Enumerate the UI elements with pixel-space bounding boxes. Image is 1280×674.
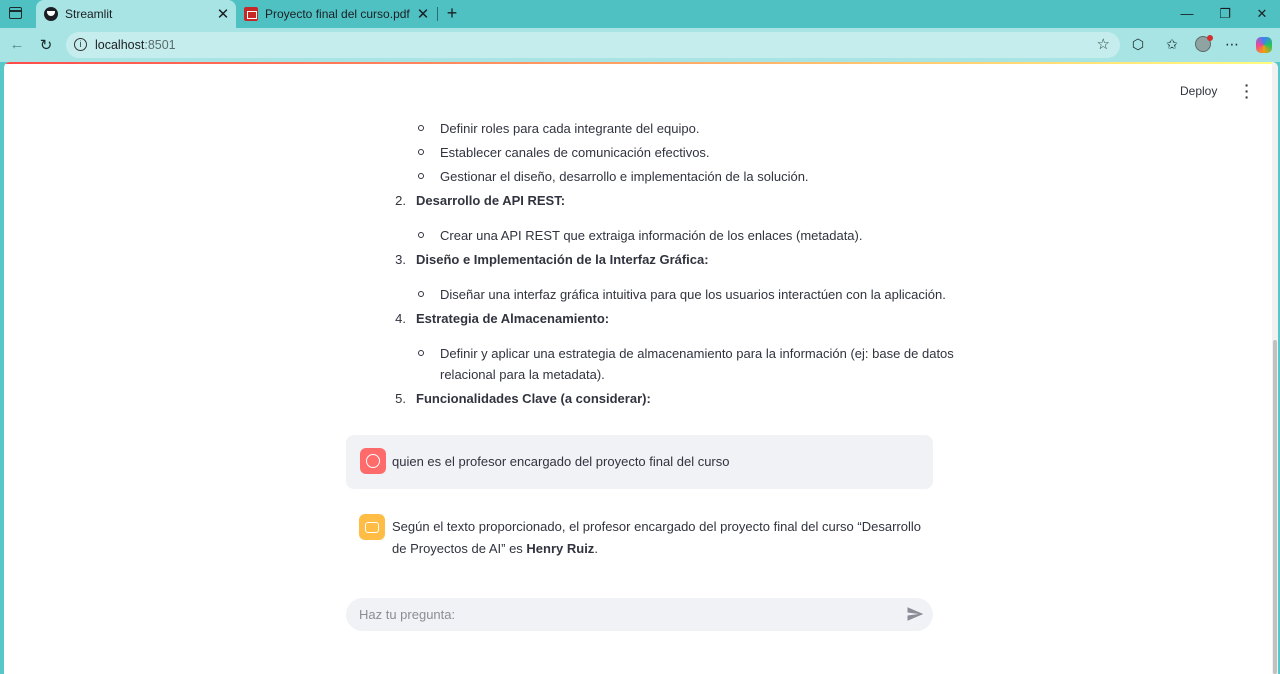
list-item: Definir roles para cada integrante del e… xyxy=(440,121,700,136)
list-item: Crear una API REST que extraiga informac… xyxy=(440,228,863,243)
user-avatar-icon xyxy=(360,448,386,474)
chat-input[interactable] xyxy=(359,598,889,631)
more-menu-icon[interactable]: ⋯ xyxy=(1222,36,1242,53)
user-chat-message: quien es el profesor encargado del proye… xyxy=(346,435,933,489)
list-heading: Funcionalidades Clave (a considerar): xyxy=(416,391,651,406)
assistant-message-text: Según el texto proporcionado, el profeso… xyxy=(392,516,932,560)
streamlit-decoration-bar xyxy=(4,62,1278,64)
assistant-message-prefix: Según el texto proporcionado, el profeso… xyxy=(392,519,921,556)
assistant-avatar-icon xyxy=(359,514,385,540)
list-heading: Diseño e Implementación de la Interfaz G… xyxy=(416,252,709,267)
list-bullet xyxy=(418,350,424,356)
streamlit-icon xyxy=(44,7,58,21)
list-number: 4. xyxy=(395,311,406,326)
assistant-message-bold: Henry Ruiz xyxy=(526,541,595,556)
send-icon[interactable] xyxy=(906,605,924,623)
scrollbar-thumb[interactable] xyxy=(1273,340,1277,674)
tab-separator xyxy=(437,7,438,21)
pdf-icon xyxy=(244,7,258,21)
profile-notification-dot xyxy=(1207,35,1213,41)
list-item-continuation: relacional para la metadata). xyxy=(440,367,605,382)
url-host: localhost xyxy=(95,38,145,52)
user-message-text: quien es el profesor encargado del proye… xyxy=(392,454,730,469)
assistant-message-suffix: . xyxy=(594,541,598,556)
favorites-icon[interactable]: ✩ xyxy=(1162,36,1182,53)
new-tab-icon[interactable]: + xyxy=(442,3,462,24)
url-port: :8501 xyxy=(144,38,176,52)
close-window-icon[interactable]: ✕ xyxy=(1252,6,1272,22)
back-icon[interactable]: ← xyxy=(7,36,27,53)
list-bullet xyxy=(418,232,424,238)
browser-tab-strip: Streamlit ✕ Proyecto final del curso.pdf… xyxy=(0,0,1280,28)
tab-title: Proyecto final del curso.pdf xyxy=(265,7,410,21)
reload-icon[interactable]: ↻ xyxy=(36,36,56,54)
list-item: Establecer canales de comunicación efect… xyxy=(440,145,710,160)
list-number: 2. xyxy=(395,193,406,208)
tab-actions-icon[interactable] xyxy=(9,7,22,19)
list-number: 3. xyxy=(395,252,406,267)
list-heading: Estrategia de Almacenamiento: xyxy=(416,311,610,326)
deploy-button[interactable]: Deploy xyxy=(1180,84,1217,98)
extensions-icon[interactable]: ⬡ xyxy=(1128,36,1148,53)
site-info-icon[interactable]: i xyxy=(74,38,87,51)
list-item: Definir y aplicar una estrategia de alma… xyxy=(440,346,954,361)
list-item: Gestionar el diseño, desarrollo e implem… xyxy=(440,169,809,184)
close-tab-icon[interactable]: ✕ xyxy=(214,5,232,23)
page-viewport: Deploy · · · Definir roles para cada integ… xyxy=(4,62,1278,674)
copilot-icon[interactable] xyxy=(1256,37,1272,53)
tab-pdf[interactable]: Proyecto final del curso.pdf ✕ xyxy=(238,0,436,28)
tab-title: Streamlit xyxy=(65,7,113,21)
chat-input-container xyxy=(346,598,933,631)
list-item: Diseñar una interfaz gráfica intuitiva p… xyxy=(440,287,946,302)
browser-toolbar: ← ↻ i localhost:8501 ☆ ⬡ ✩ ⋯ xyxy=(0,28,1280,62)
list-bullet xyxy=(418,173,424,179)
close-tab-icon[interactable]: ✕ xyxy=(414,5,432,23)
url-text: localhost:8501 xyxy=(95,38,176,52)
list-number: 5. xyxy=(395,391,406,406)
favorite-star-icon[interactable]: ☆ xyxy=(1097,35,1110,53)
list-bullet xyxy=(418,125,424,131)
main-menu-icon[interactable]: · · · xyxy=(1240,78,1254,104)
restore-icon[interactable]: ❐ xyxy=(1215,6,1235,22)
tab-streamlit[interactable]: Streamlit ✕ xyxy=(36,0,236,28)
list-bullet xyxy=(418,291,424,297)
minimize-icon[interactable]: — xyxy=(1177,6,1197,21)
address-bar[interactable]: i localhost:8501 ☆ xyxy=(66,32,1120,58)
list-bullet xyxy=(418,149,424,155)
list-heading: Desarrollo de API REST: xyxy=(416,193,566,208)
